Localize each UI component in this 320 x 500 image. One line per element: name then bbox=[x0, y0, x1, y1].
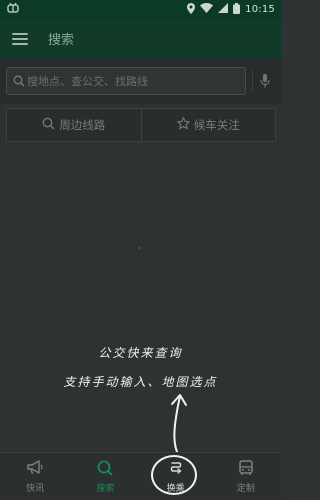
wifi-icon bbox=[200, 3, 214, 16]
search-icon bbox=[42, 117, 55, 133]
nav-label-custom: 定制 bbox=[236, 483, 255, 494]
bus-icon bbox=[238, 459, 254, 479]
divider bbox=[252, 70, 253, 92]
nearby-lines-label: 周边线路 bbox=[59, 118, 106, 132]
page-title: 搜索 bbox=[48, 33, 75, 48]
app-bar: 搜索 bbox=[0, 19, 281, 58]
star-icon bbox=[176, 116, 191, 133]
megaphone-icon bbox=[26, 459, 44, 479]
search-icon bbox=[97, 460, 114, 479]
search-content: 搜地点、查公交、找路线 周边线路 候车关注 公交快来查询 支持手动输入、地图选点 bbox=[0, 58, 281, 455]
waiting-follow-label: 候车关注 bbox=[193, 118, 240, 132]
guide-arrow-icon bbox=[171, 394, 187, 455]
waiting-follow-button[interactable]: 候车关注 bbox=[142, 109, 276, 141]
status-bar: 10:15 bbox=[0, 0, 281, 19]
nav-item-search[interactable]: 搜索 bbox=[70, 453, 140, 500]
search-icon bbox=[13, 72, 25, 91]
menu-icon[interactable] bbox=[12, 32, 28, 45]
loading-dot bbox=[138, 247, 140, 249]
hint-line-1: 公交快来查询 bbox=[98, 346, 183, 360]
bug-icon bbox=[6, 2, 20, 17]
search-input[interactable]: 搜地点、查公交、找路线 bbox=[6, 67, 246, 95]
location-icon bbox=[187, 2, 196, 17]
nav-label-search: 搜索 bbox=[96, 483, 115, 494]
status-time: 10:15 bbox=[245, 4, 275, 15]
nav-label-news: 快讯 bbox=[26, 483, 45, 494]
bottom-nav: 快讯 搜索 换乘 定制 bbox=[0, 452, 281, 500]
nav-item-custom[interactable]: 定制 bbox=[211, 453, 281, 500]
search-placeholder: 搜地点、查公交、找路线 bbox=[27, 75, 148, 88]
signal-icon bbox=[218, 3, 229, 16]
guide-hint: 公交快来查询 支持手动输入、地图选点 bbox=[0, 344, 281, 390]
battery-icon bbox=[233, 2, 241, 17]
nearby-lines-button[interactable]: 周边线路 bbox=[7, 109, 141, 141]
hint-line-2: 支持手动输入、地图选点 bbox=[63, 375, 218, 389]
microphone-icon[interactable] bbox=[255, 69, 275, 93]
quick-actions: 周边线路 候车关注 bbox=[6, 108, 276, 142]
nav-item-news[interactable]: 快讯 bbox=[0, 453, 70, 500]
search-row: 搜地点、查公交、找路线 bbox=[0, 58, 281, 104]
transfer-highlight-circle bbox=[151, 455, 197, 495]
